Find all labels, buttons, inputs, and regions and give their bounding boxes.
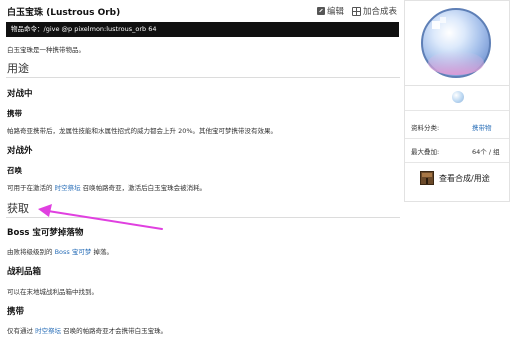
- annotation-arrow: [47, 210, 163, 230]
- infobox-divider: [405, 138, 509, 139]
- infobox-row-stack: 最大叠加: 64个 / 组: [405, 140, 509, 160]
- lustrous-orb-image: [421, 8, 491, 78]
- infobox-row-category: 资料分类: 携带物: [405, 116, 509, 136]
- item-infobox: 资料分类: 携带物 最大叠加: 64个 / 组 查看合成/用途: [402, 0, 512, 338]
- annotation-arrowhead: [38, 204, 52, 217]
- infobox-details: 资料分类: 携带物 最大叠加: 64个 / 组 查看合成/用途: [404, 86, 510, 202]
- infobox-divider: [405, 110, 509, 111]
- crafting-table-icon: [420, 171, 434, 185]
- category-link[interactable]: 携带物: [472, 122, 492, 132]
- infobox-divider: [405, 162, 509, 163]
- item-image-frame: [404, 0, 510, 86]
- stack-label: 最大叠加:: [411, 148, 440, 156]
- view-recipe-label: 查看合成/用途: [439, 173, 490, 183]
- category-label: 资料分类:: [411, 124, 440, 132]
- view-recipe-button[interactable]: 查看合成/用途: [420, 171, 490, 185]
- stack-value: 64个 / 组: [472, 148, 500, 156]
- lustrous-orb-icon: [452, 91, 464, 103]
